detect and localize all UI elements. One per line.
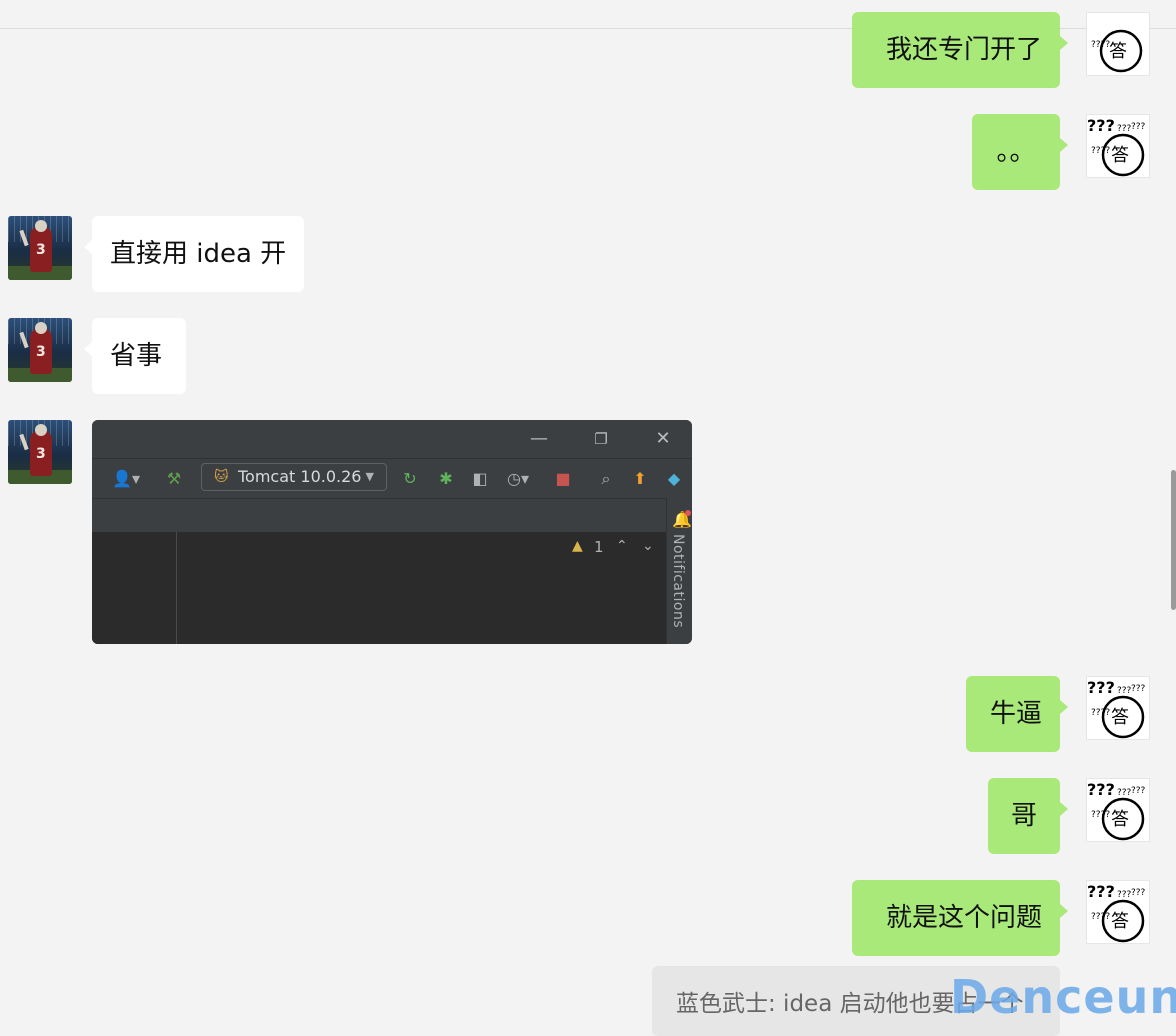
svg-text:???: ??? — [1131, 786, 1146, 796]
sticker-avatar[interactable]: ??? ??? ??? 答 ???? — [1086, 114, 1150, 178]
svg-text:答: 答 — [1111, 809, 1129, 830]
message-bubble-incoming[interactable]: 直接用 idea 开 — [84, 216, 304, 292]
svg-text:???: ??? — [1087, 116, 1115, 135]
sticker-avatar[interactable]: ??? ??? ??? 答 ???? — [1086, 778, 1150, 842]
chevron-down-icon: ⌄ — [642, 538, 654, 554]
svg-text:????: ???? — [1091, 810, 1110, 820]
svg-text:????: ???? — [1091, 912, 1110, 922]
svg-text:????: ???? — [1091, 708, 1110, 718]
rerun-icon: ↻ — [403, 469, 417, 488]
update-icon: ⬆ — [633, 469, 647, 488]
svg-text:答: 答 — [1111, 911, 1129, 932]
message-bubble-outgoing[interactable]: 我还专门开了 — [852, 12, 1068, 88]
ide-titlebar: — ❐ ✕ — [92, 420, 692, 458]
svg-text:???: ??? — [1117, 686, 1132, 696]
svg-text:???: ??? — [1117, 788, 1132, 798]
ide-toolbar: 👤▾ ⚒ 🐱 Tomcat 10.0.26 ▼ ↻ ✱ ◧ ◷▾ ■ ⌕ ⬆ ◆ — [92, 458, 692, 499]
dropdown-arrow-icon: ▼ — [365, 470, 374, 483]
plugin-icon: ◆ — [667, 469, 681, 488]
svg-text:???: ??? — [1087, 882, 1115, 901]
svg-text:???: ??? — [1087, 678, 1115, 697]
tomcat-icon: 🐱 — [214, 469, 229, 485]
notifications-label: Notifications — [670, 534, 686, 629]
warning-icon: ▲ — [572, 538, 583, 554]
watermark-logo: Denceun — [950, 970, 1176, 1024]
run-configuration-select: 🐱 Tomcat 10.0.26 ▼ — [201, 463, 387, 491]
message-bubble-outgoing[interactable]: 。。 — [972, 114, 1068, 190]
svg-text:????: ???? — [1091, 40, 1110, 50]
message-bubble-incoming[interactable]: 省事 — [84, 318, 186, 394]
debug-bug-icon: ✱ — [439, 469, 453, 488]
chevron-up-icon: ⌃ — [616, 538, 628, 554]
ide-tab-strip: ⋮ — [92, 498, 666, 601]
profiler-icon: ◷▾ — [507, 469, 529, 488]
svg-text:???: ??? — [1117, 890, 1132, 900]
notification-dot — [685, 510, 691, 516]
build-hammer-icon: ⚒ — [166, 469, 182, 488]
warning-count: 1 — [594, 538, 604, 556]
minimize-icon: — — [530, 428, 548, 449]
close-icon: ✕ — [655, 428, 671, 449]
svg-text:???: ??? — [1131, 122, 1146, 132]
sticker-face-text: 答 — [1109, 41, 1127, 62]
run-configuration-label: Tomcat 10.0.26 — [238, 467, 362, 486]
sticker-avatar[interactable]: ??? ??? ??? 答 ???? — [1086, 676, 1150, 740]
message-bubble-outgoing[interactable]: 牛逼 — [966, 676, 1068, 752]
svg-text:???: ??? — [1087, 780, 1115, 799]
svg-text:???: ??? — [1131, 684, 1146, 694]
sticker-avatar[interactable]: ??? ??? ??? 答 ???? — [1086, 880, 1150, 944]
stop-icon: ■ — [555, 469, 571, 488]
scrollbar[interactable] — [1171, 470, 1176, 610]
svg-text:答: 答 — [1111, 707, 1129, 728]
ide-gutter-line — [176, 532, 177, 644]
contact-avatar[interactable]: 3 — [8, 216, 72, 280]
contact-avatar[interactable]: 3 — [8, 318, 72, 382]
sticker-avatar[interactable]: 答 ???? — [1086, 12, 1150, 76]
search-icon: ⌕ — [601, 469, 611, 488]
contact-avatar[interactable]: 3 — [8, 420, 72, 484]
message-bubble-outgoing[interactable]: 哥 — [988, 778, 1068, 854]
message-bubble-outgoing[interactable]: 就是这个问题 — [852, 880, 1068, 956]
svg-text:???: ??? — [1131, 888, 1146, 898]
svg-text:???: ??? — [1117, 124, 1132, 134]
svg-text:????: ???? — [1091, 146, 1110, 156]
ide-screenshot-image[interactable]: — ❐ ✕ 👤▾ ⚒ 🐱 Tomcat 10.0.26 ▼ ↻ ✱ ◧ ◷▾ ■… — [92, 420, 692, 644]
restore-icon: ❐ — [594, 430, 608, 448]
svg-text:答: 答 — [1111, 145, 1129, 166]
coverage-icon: ◧ — [472, 469, 488, 488]
user-icon: 👤▾ — [112, 469, 140, 488]
